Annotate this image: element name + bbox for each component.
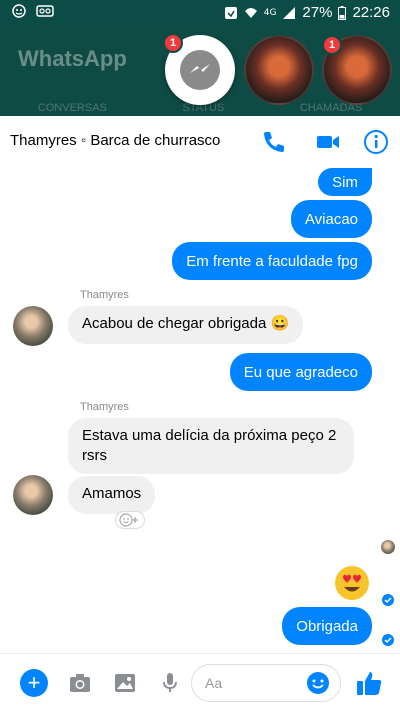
- video-icon[interactable]: [314, 128, 342, 156]
- emoji-picker-icon[interactable]: [305, 670, 331, 696]
- read-receipt-avatar: [381, 540, 395, 554]
- message-outgoing[interactable]: Aviacao: [290, 200, 372, 238]
- wifi-icon: [244, 7, 257, 18]
- status-bar: 4G 27% 22:26: [0, 0, 400, 26]
- network-type: 4G: [263, 7, 277, 18]
- phone-icon[interactable]: [260, 128, 288, 156]
- info-icon[interactable]: [362, 128, 390, 156]
- avatar[interactable]: [13, 306, 53, 346]
- battery-icon: [338, 5, 347, 20]
- screen: 4G 27% 22:26 WhatsApp CONVERSAS STATUS C…: [0, 0, 400, 711]
- smiley-plus-icon: [119, 513, 138, 527]
- avatar[interactable]: [13, 475, 53, 515]
- message-outgoing[interactable]: Eu que agradeco: [229, 353, 372, 391]
- add-reaction-button[interactable]: [115, 511, 145, 529]
- messenger-icon: [180, 50, 220, 90]
- unread-badge: 1: [322, 35, 342, 55]
- sender-name: Thamyres: [80, 401, 129, 413]
- clock: 22:26: [352, 4, 390, 21]
- like-icon[interactable]: [354, 668, 384, 698]
- delivered-check-icon: [382, 594, 394, 606]
- composer-bar: + Aa: [0, 653, 400, 711]
- voicemail-icon: [36, 5, 54, 17]
- status-right-icons: 4G 27% 22:26: [224, 4, 390, 21]
- contact-chat-head[interactable]: 1: [322, 35, 392, 105]
- delivered-check-icon: [382, 634, 394, 646]
- message-outgoing[interactable]: Sim: [318, 168, 372, 196]
- sender-name: Thamyres: [80, 289, 129, 301]
- gallery-icon[interactable]: [113, 671, 137, 695]
- camera-icon[interactable]: [68, 671, 92, 695]
- message-outgoing[interactable]: Em frente a faculdade fpg: [172, 242, 372, 280]
- shield-icon: [224, 6, 237, 19]
- battery-level: 27%: [302, 4, 333, 21]
- contact-chat-head[interactable]: [244, 35, 314, 105]
- heart-eyes-emoji[interactable]: [334, 565, 370, 601]
- conversation-header: Thamyres ◦ Barca de churrasco: [0, 116, 400, 168]
- more-options-button[interactable]: +: [20, 669, 48, 697]
- emoji-notification-icon: [12, 4, 26, 18]
- microphone-icon[interactable]: [158, 671, 182, 695]
- message-incoming[interactable]: Acabou de chegar obrigada 😀: [68, 306, 304, 344]
- messenger-chat-head[interactable]: 1: [163, 33, 235, 105]
- message-outgoing[interactable]: Obrigada: [282, 607, 372, 645]
- signal-icon: [283, 6, 296, 19]
- message-list[interactable]: Sim Aviacao Em frente a faculdade fpg Th…: [0, 168, 400, 653]
- message-incoming[interactable]: Amamos: [68, 476, 156, 514]
- background-app-title: WhatsApp: [18, 46, 127, 71]
- conversation-title[interactable]: Thamyres ◦ Barca de churrasco: [10, 132, 220, 149]
- message-incoming[interactable]: Estava uma delícia da próxima peço 2 rsr…: [68, 418, 354, 474]
- unread-badge: 1: [163, 33, 183, 53]
- status-left-icons: [10, 4, 54, 18]
